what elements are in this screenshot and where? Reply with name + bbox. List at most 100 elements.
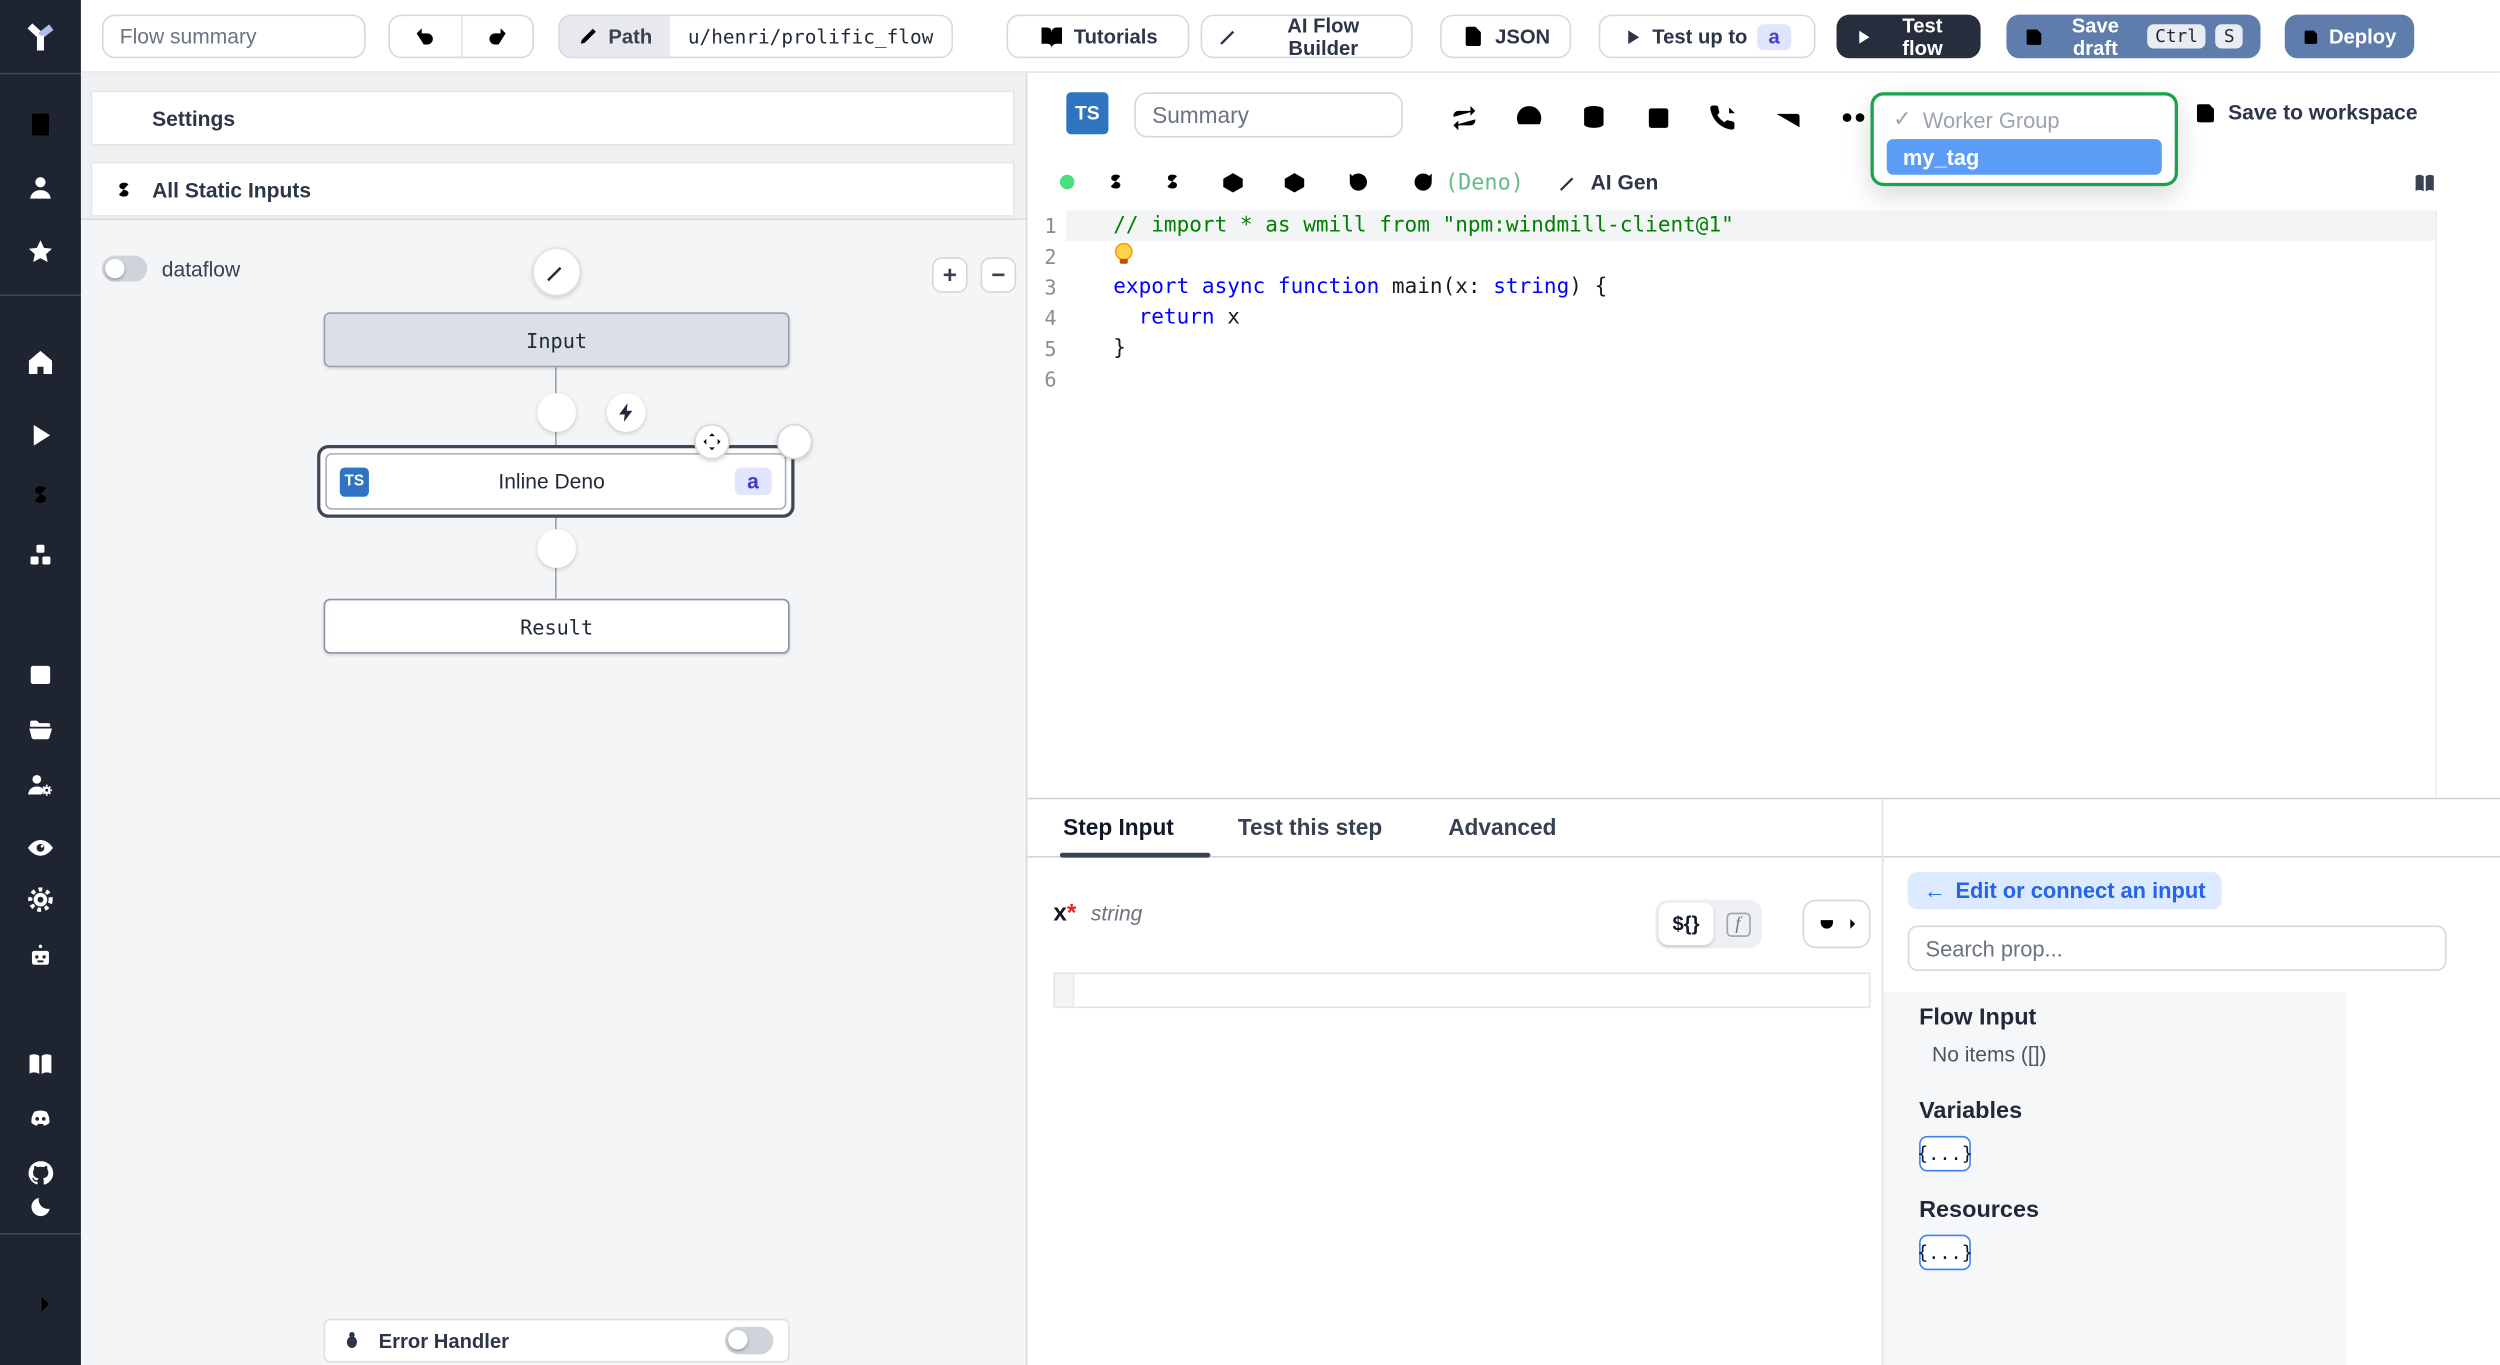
trigger-bolt-button[interactable]: [606, 393, 646, 433]
editor-gutter: [1055, 974, 1075, 1007]
voicemail-icon[interactable]: [1838, 105, 1869, 131]
edit-or-connect-label: Edit or connect an input: [1955, 878, 2206, 903]
discord-icon[interactable]: [26, 1105, 55, 1134]
undo-button[interactable]: [390, 16, 461, 56]
worker-group-option-my-tag[interactable]: my_tag: [1886, 139, 2162, 175]
ai-gen-button[interactable]: AI Gen: [1558, 170, 1658, 194]
settings-label: Settings: [152, 105, 236, 131]
expand-sidebar-arrow-icon[interactable]: [26, 1290, 55, 1319]
code-lines: 1// import * as wmill from "npm:windmill…: [1027, 210, 2436, 395]
tab-step-input[interactable]: Step Input: [1063, 814, 1174, 840]
variables-object-chip[interactable]: {...}: [1917, 1135, 1973, 1172]
flow-node-step-selected[interactable]: TS Inline Deno a: [317, 423, 813, 518]
dark-mode-moon-icon[interactable]: [28, 1194, 54, 1220]
folders-icon[interactable]: [26, 715, 55, 744]
variables-dollar-icon[interactable]: [26, 481, 55, 510]
lightbulb-icon[interactable]: [1113, 242, 1133, 266]
tutorials-button[interactable]: Tutorials: [1006, 14, 1190, 59]
search-prop-input[interactable]: [1907, 925, 2447, 971]
resources-section-title: Resources: [1919, 1197, 2040, 1224]
zoom-in-button[interactable]: +: [932, 257, 968, 293]
ai-builder-wand-button[interactable]: [532, 247, 581, 297]
edit-path-button[interactable]: Path: [559, 16, 671, 57]
insert-step-button[interactable]: [537, 529, 577, 568]
deploy-button[interactable]: Deploy: [2284, 14, 2415, 59]
code-line[interactable]: 1// import * as wmill from "npm:windmill…: [1027, 210, 2436, 242]
tab-advanced[interactable]: Advanced: [1448, 814, 1556, 840]
flow-graph-canvas[interactable]: dataflow + − Input TS Inline Deno a Resu…: [80, 218, 1026, 1365]
runs-play-icon[interactable]: [26, 421, 55, 450]
flow-input-empty-text: No items ([]): [1932, 1042, 2047, 1067]
step-summary-input[interactable]: [1134, 92, 1403, 138]
tab-test-this-step[interactable]: Test this step: [1238, 814, 1382, 840]
refresh-icon[interactable]: [1411, 170, 1435, 194]
workers-bot-icon[interactable]: [26, 942, 55, 971]
error-handler-row[interactable]: Error Handler: [323, 1318, 790, 1363]
line-number: 1: [1044, 213, 1057, 238]
home-icon[interactable]: [26, 348, 55, 377]
path-button-label: Path: [608, 25, 653, 48]
github-icon[interactable]: [26, 1159, 55, 1188]
json-button[interactable]: JSON: [1440, 14, 1572, 59]
move-step-handle[interactable]: [694, 423, 730, 460]
library-book-icon[interactable]: [2413, 172, 2437, 196]
connect-input-button[interactable]: [1802, 899, 1871, 949]
ai-gen-label: AI Gen: [1590, 169, 1659, 195]
phone-incoming-icon[interactable]: [1709, 104, 1738, 133]
language-badge[interactable]: TS: [1066, 92, 1109, 135]
package-icon[interactable]: [1220, 170, 1246, 196]
resources-object-chip[interactable]: {...}: [1917, 1234, 1973, 1271]
arg-value-input[interactable]: [1074, 974, 1869, 1007]
save-to-workspace-button[interactable]: Save to workspace: [2194, 100, 2418, 125]
test-up-to-button[interactable]: Test up to a: [1598, 14, 1816, 59]
windmill-logo-icon[interactable]: [19, 15, 61, 57]
dollar-icon[interactable]: [1104, 170, 1128, 194]
code-line[interactable]: 2: [1027, 241, 2435, 272]
step-node-body: TS Inline Deno a: [325, 453, 787, 510]
undo-icon: [413, 24, 437, 48]
groups-users-cog-icon[interactable]: [26, 770, 55, 799]
rotate-ccw-icon[interactable]: [1346, 170, 1370, 194]
template-mode-button[interactable]: ${}: [1658, 902, 1714, 945]
error-handler-toggle[interactable]: [724, 1326, 774, 1355]
flow-node-input[interactable]: Input: [323, 312, 790, 368]
favorites-star-icon[interactable]: [26, 238, 55, 267]
all-static-inputs-row[interactable]: All Static Inputs: [90, 161, 1015, 217]
step-node-label: Inline Deno: [498, 469, 605, 494]
flow-path-value[interactable]: u/henri/prolific_flow: [670, 16, 951, 56]
square-icon[interactable]: [1644, 104, 1673, 133]
schedules-calendar-icon[interactable]: [26, 659, 55, 688]
flow-settings-row[interactable]: Settings: [90, 90, 1015, 146]
javascript-mode-button[interactable]: f: [1717, 903, 1759, 945]
insert-step-button[interactable]: [537, 393, 577, 433]
user-icon[interactable]: [26, 173, 55, 202]
repeat-icon[interactable]: [1450, 104, 1479, 133]
flow-summary-input[interactable]: [101, 14, 366, 59]
database-icon[interactable]: [1579, 104, 1608, 133]
zoom-out-button[interactable]: −: [980, 257, 1017, 293]
test-flow-button[interactable]: Test flow: [1836, 14, 1981, 59]
prop-picker: Flow Input No items ([]) Variables {...}…: [1883, 991, 2347, 1365]
code-line[interactable]: 3 export async function main(x: string) {: [1027, 272, 2435, 303]
code-line[interactable]: 5}: [1027, 333, 2435, 364]
edit-or-connect-button[interactable]: ← Edit or connect an input: [1907, 872, 2222, 910]
ai-flow-builder-button[interactable]: AI Flow Builder: [1200, 14, 1413, 59]
delete-step-button[interactable]: [776, 423, 813, 460]
worker-group-option[interactable]: ✓ Worker Group: [1874, 95, 2175, 137]
gauge-icon[interactable]: [1515, 104, 1544, 133]
dollar-icon[interactable]: [1160, 170, 1184, 194]
code-line[interactable]: 4 return x: [1027, 303, 2435, 334]
code-line[interactable]: 6: [1027, 364, 2435, 395]
package-icon[interactable]: [1282, 170, 1308, 196]
save-draft-button[interactable]: Save draft Ctrl S: [2006, 14, 2261, 59]
audit-eye-icon[interactable]: [26, 833, 55, 862]
workspace-building-icon[interactable]: [26, 110, 55, 139]
settings-gear-icon[interactable]: [26, 885, 55, 914]
flow-node-result[interactable]: Result: [323, 598, 790, 654]
sleep-bed-icon[interactable]: [1773, 104, 1802, 133]
dataflow-toggle[interactable]: [101, 255, 148, 282]
redo-button[interactable]: [461, 16, 532, 57]
docs-book-icon[interactable]: [26, 1050, 55, 1079]
line-number: 6: [1044, 367, 1057, 392]
resources-boxes-icon[interactable]: [26, 540, 55, 569]
